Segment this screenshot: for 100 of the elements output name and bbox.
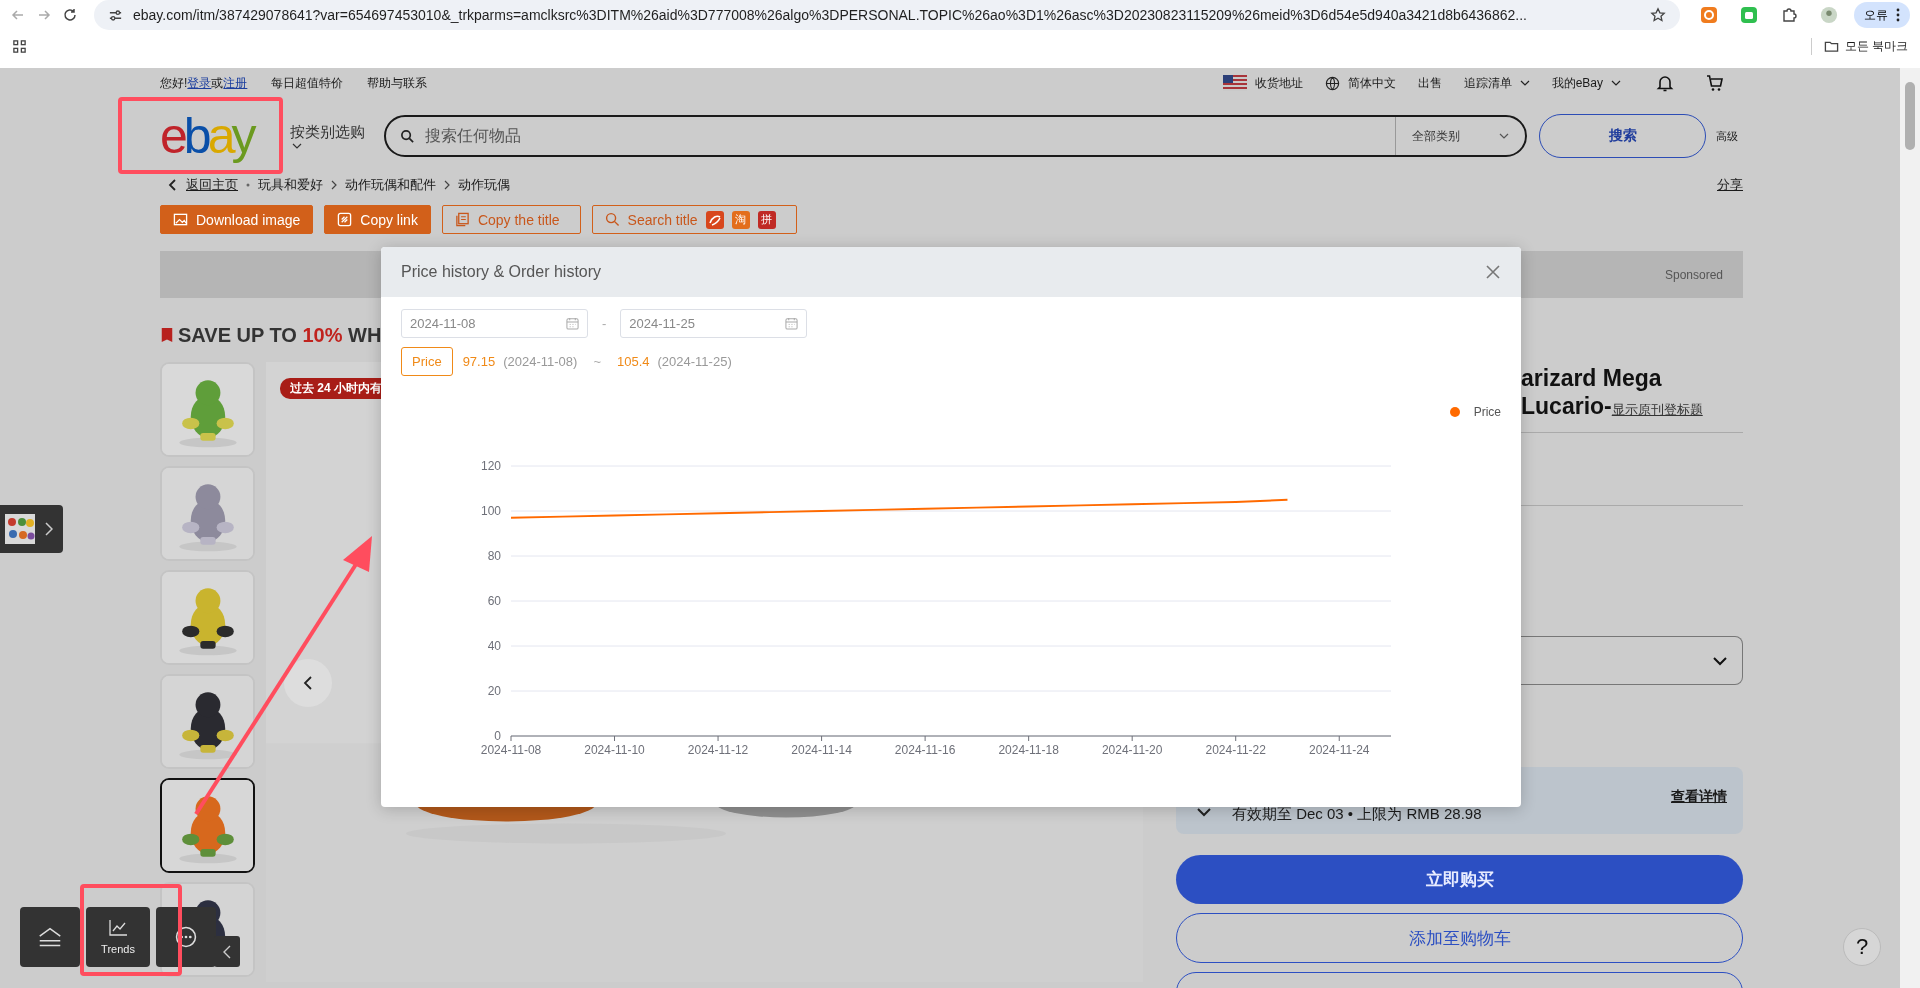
ebay-logo[interactable]: ebay (160, 111, 278, 161)
cart-icon[interactable] (1705, 73, 1725, 93)
chevron-down-icon[interactable] (1196, 807, 1212, 817)
chevron-left-icon (223, 944, 231, 959)
x-tick-label: 2024-11-12 (687, 743, 749, 757)
nav-link[interactable]: 追踪清单 (1463, 74, 1512, 92)
chat-button[interactable] (156, 907, 216, 967)
promo-text: SAVE UP TO 10% WH (178, 323, 382, 347)
start-date-field[interactable]: 2024-11-08 (401, 309, 588, 338)
star-icon[interactable] (1650, 7, 1666, 23)
collapse-button[interactable] (214, 936, 240, 967)
globe-icon (1324, 75, 1340, 91)
collapse-up-icon (36, 925, 64, 949)
dialog-title: Price history & Order history (401, 263, 602, 281)
flag-icon (1222, 75, 1247, 91)
caret-icon (1519, 80, 1530, 86)
calendar-icon (785, 317, 799, 330)
copy-icon (454, 212, 470, 227)
date-separator: - (602, 316, 607, 331)
collapse-up-button[interactable] (20, 907, 80, 967)
range-separator: ~ (593, 354, 601, 369)
max-price: 105.4 (616, 354, 650, 369)
scrollbar[interactable] (1900, 68, 1920, 988)
nav-link[interactable]: 简体中文 (1347, 74, 1396, 92)
nav-link[interactable]: 每日超值特价 (271, 74, 344, 92)
greeting-text: 您好! (160, 74, 188, 92)
breadcrumb-link[interactable]: 动作玩偶 (458, 176, 510, 194)
legend-label: Price (1473, 405, 1501, 419)
tag-icon (160, 325, 174, 345)
x-tick-label: 2024-11-22 (1205, 743, 1266, 757)
x-tick-label: 2024-11-18 (998, 743, 1059, 757)
chevron-separator-icon (444, 180, 450, 190)
nav-link[interactable]: 出售 (1417, 74, 1442, 92)
category-select[interactable]: 全部类别 (1395, 117, 1525, 155)
caret-icon (1611, 80, 1621, 86)
login-link[interactable]: 登录 (187, 74, 212, 92)
chevron-right-icon (45, 522, 53, 536)
address-bar[interactable]: ebay.com/itm/387429078641?var=654697453010&_trkparms=amclksrc%3DITM%26aid%3D777008%26algo%3DPERSONAL.TOPIC%26ao%3D1%26asc%3D20230823115209%26meid%3D6d54e5d940a3421d8b6436862... (94, 0, 1680, 30)
back-chevron-icon[interactable] (168, 178, 178, 192)
breadcrumb-link[interactable]: 玩具和爱好 (258, 176, 323, 194)
breadcrumb-link[interactable]: 动作玩偶和配件 (345, 176, 436, 194)
register-link[interactable]: 注册 (223, 74, 248, 92)
details-link[interactable]: 查看详情 (1671, 788, 1727, 806)
image-icon (173, 212, 188, 227)
min-price: 97.15 (462, 354, 496, 369)
site-info-icon[interactable] (108, 7, 123, 23)
buy-now-button[interactable]: 立即购买 (1176, 855, 1743, 904)
y-tick-label: 40 (487, 639, 501, 653)
close-icon[interactable] (1485, 264, 1501, 280)
nav-link[interactable]: 我的eBay (1551, 74, 1603, 92)
apps-grid-icon[interactable] (12, 38, 27, 54)
help-button[interactable]: ? (1843, 928, 1881, 966)
y-tick-label: 80 (487, 549, 501, 563)
bookmarks-label: 모든 북마크 (1844, 37, 1908, 55)
profile-button[interactable]: 오류 (1854, 2, 1910, 28)
x-tick-label: 2024-11-08 (480, 743, 542, 757)
nav-link[interactable]: 收货地址 (1254, 74, 1303, 92)
bell-icon[interactable] (1655, 73, 1675, 93)
share-link[interactable]: 分享 (1717, 176, 1743, 194)
y-tick-label: 60 (487, 594, 501, 608)
bookmarks-folder[interactable]: 모든 북마크 (1810, 37, 1908, 55)
shop-by-category-button[interactable]: 按类别选购 (290, 123, 365, 141)
original-title-link[interactable]: 显示原刊登标题 (1611, 401, 1703, 419)
search-icon (400, 128, 415, 144)
product-title: Lucario- (1521, 392, 1612, 420)
breadcrumb-link[interactable]: 返回主页 (186, 176, 238, 194)
sponsored-label: Sponsored (1664, 267, 1723, 282)
reload-icon[interactable] (62, 7, 78, 23)
menu-dots-icon (1896, 8, 1900, 22)
x-tick-label: 2024-11-10 (584, 743, 645, 757)
tool-button[interactable]: Download image (160, 205, 314, 234)
tool-button[interactable]: Search title 淘 拼 (591, 205, 797, 234)
side-panel-toggle[interactable] (0, 505, 63, 553)
y-tick-label: 120 (480, 459, 501, 473)
caret-icon (1499, 133, 1509, 139)
caret-icon[interactable] (292, 143, 302, 149)
x-tick-label: 2024-11-24 (1309, 743, 1370, 757)
tool-button[interactable]: Copy link (324, 205, 431, 234)
url-text: ebay.com/itm/387429078641?var=654697453010&_trkparms=amclksrc%3DITM%26aid%3D777008%26algo%3DPERSONAL.TOPIC%26ao%3D1%26asc%3D20230823115209%26meid%3D6d54e5d940a3421d8b6436862... (133, 7, 1528, 23)
advanced-search-link[interactable]: 高级 (1716, 128, 1738, 144)
puzzle-icon[interactable] (1780, 6, 1798, 24)
chevron-left-icon (303, 675, 313, 691)
max-date: (2024-11-25) (657, 354, 732, 369)
end-date-field[interactable]: 2024-11-25 (620, 309, 808, 338)
extension-icon[interactable] (1700, 6, 1718, 24)
add-to-cart-button[interactable]: 添加至购物车 (1176, 913, 1743, 963)
chevron-separator-icon (331, 180, 337, 190)
line-chart-icon (108, 919, 128, 937)
link-icon (337, 212, 353, 227)
avatar-icon[interactable] (1820, 6, 1838, 24)
or-text: 或 (211, 74, 224, 92)
search-field[interactable]: 搜索任何物品 全部类别 (384, 115, 1527, 157)
coupon-text: 有效期至 Dec 03 • 上限为 RMB 28.98 (1232, 805, 1482, 824)
dot-separator-icon (246, 183, 250, 187)
x-tick-label: 2024-11-14 (791, 743, 852, 757)
variant-select[interactable] (1521, 636, 1743, 685)
calendar-icon (566, 317, 579, 330)
nav-link[interactable]: 帮助与联系 (367, 74, 428, 92)
chevron-down-icon (1712, 655, 1728, 666)
trends-button[interactable]: Trends (86, 907, 150, 967)
